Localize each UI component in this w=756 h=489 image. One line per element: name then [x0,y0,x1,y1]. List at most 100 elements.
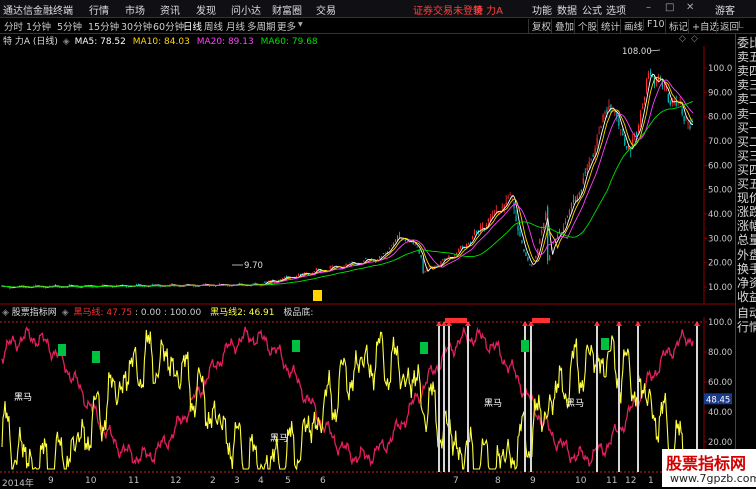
candle-body [42,287,45,288]
panel-menu-icon[interactable]: ◇ [691,34,698,44]
indicator-pane: 100.080.0060.0040.0020.0048.45黑马黑马黑马 黑马 [0,317,735,476]
tab-30min[interactable]: 30分钟 [121,19,152,33]
close-icon[interactable]: ✕ [686,2,694,13]
candle-body [608,105,610,110]
date-tick-0: 2014年 [2,479,34,489]
indicator-name[interactable]: 股票指标网 [12,308,57,318]
stock-name-title: 特 力A [473,6,504,17]
draw-button[interactable]: 画线 [620,19,643,33]
menu-trade[interactable]: 交易 [316,2,336,17]
price-high-label: 108.00 [622,47,652,57]
candle-body [572,200,574,202]
candle-body [58,287,60,289]
tab-5min[interactable]: 5分钟 [57,19,82,33]
sidebar-top-mark[interactable]: L [738,20,744,31]
candle-body [618,119,620,126]
back-button[interactable]: 返回 [716,19,739,33]
candle-body [485,224,487,227]
candle-body [606,109,608,113]
add-favorite-button[interactable]: +自选 [688,19,719,33]
tab-more[interactable]: 更多 [277,19,296,33]
menu-ask[interactable]: 问小达 [231,2,261,17]
indicator-bg [0,317,735,476]
menu-function[interactable]: 功能 [532,2,552,17]
date-tick-12: 9 [530,476,536,486]
candle-body [643,97,646,101]
candle-body [586,167,588,171]
app-title: 通达信金融终端 [3,6,73,17]
tab-daily[interactable]: 日线 [183,19,202,33]
indicator-settings-icon[interactable]: ◈ [62,308,69,318]
tab-15min[interactable]: 15分钟 [88,19,119,33]
candle-body [636,132,638,136]
menu-hq[interactable]: 行情 [89,2,109,17]
candle-body [102,284,104,286]
minimize-icon[interactable]: – [646,2,651,13]
tab-intraday[interactable]: 分时 [4,19,23,33]
stock-button[interactable]: 个股 [574,19,597,33]
buy-signal-marker [292,340,300,352]
sidebar-item-1: 卖五 [737,50,756,65]
price-pane: 100.0 90.00 80.00 70.00 60.00 50.00 40.00 30.00… [0,46,735,305]
candle-body [533,260,535,262]
menu-wealth[interactable]: 财富圈 [272,2,302,17]
price-tick-label: 50.00 [708,186,732,196]
price-low-label: 9.70 [244,261,263,271]
mark-button[interactable]: 标记 [665,19,688,33]
sidebar-item-17: 净资 [737,275,756,290]
guest-label[interactable]: 游客 [715,2,735,17]
tab-monthly[interactable]: 月线 [226,19,245,33]
indicator-tick-label: 100.0 [708,318,732,328]
candle-body [11,287,13,289]
menu-news[interactable]: 资讯 [160,2,180,17]
maximize-icon[interactable]: □ [665,2,674,13]
candle-body [25,287,27,289]
menu-formula[interactable]: 公式 [582,2,602,17]
overlay-button[interactable]: 叠加 [551,19,574,33]
candle-body [365,258,367,260]
signal-bar [438,322,440,472]
candle-body [519,231,521,236]
candle-body [568,210,571,215]
candle-body [44,287,47,289]
menu-options[interactable]: 选项 [606,2,626,17]
heima-line2-value: 黑马线2: 46.91 [210,308,275,318]
indicator-icon[interactable]: ◈ [2,308,9,318]
candle-body [349,262,351,264]
date-tick-2: 10 [85,476,97,486]
signal-bar [637,322,639,472]
menu-discover[interactable]: 发现 [196,2,216,17]
candle-body [466,243,468,248]
sidebar-item-4: 卖二 [737,92,756,107]
tab-60min[interactable]: 60分钟 [153,19,184,33]
panel-up-icon[interactable]: ◇ [679,34,686,44]
candle-body [440,261,442,265]
f10-button[interactable]: F10 [643,19,665,30]
tab-1min[interactable]: 1分钟 [26,19,51,33]
candle-body [392,242,395,246]
candle-body [651,76,654,77]
candle-body [645,80,648,91]
candle-body [497,212,499,214]
candle-body [545,213,547,220]
tab-multi[interactable]: 多周期 [247,19,276,33]
fuquan-button[interactable]: 复权 [528,19,551,33]
candle-body [525,252,527,257]
chart-area[interactable]: 100.0 90.00 80.00 70.00 60.00 50.00 40.00 30.00… [0,46,735,476]
candle-body [78,287,80,289]
menu-market[interactable]: 市场 [125,2,145,17]
tab-weekly[interactable]: 周线 [204,19,223,33]
title-bar: 通达信金融终端 行情 市场 资讯 发现 问小达 财富圈 交易 证券交易未登录 特… [0,0,756,18]
signal-bar [443,322,445,472]
chevron-down-icon[interactable]: ▾ [298,19,303,30]
sidebar-item-15: 外盘 [737,247,756,262]
candle-body [521,240,523,244]
menu-data[interactable]: 数据 [557,2,577,17]
sidebar-bottom-item-0[interactable]: 自动 [737,306,756,320]
date-tick-8: 5 [285,476,291,486]
buy-signal-marker [420,342,428,354]
sidebar-bottom-item-1[interactable]: 行情 [737,320,756,334]
candle-body [560,231,563,233]
stats-button[interactable]: 统计 [597,19,620,33]
candle-body [687,122,689,124]
